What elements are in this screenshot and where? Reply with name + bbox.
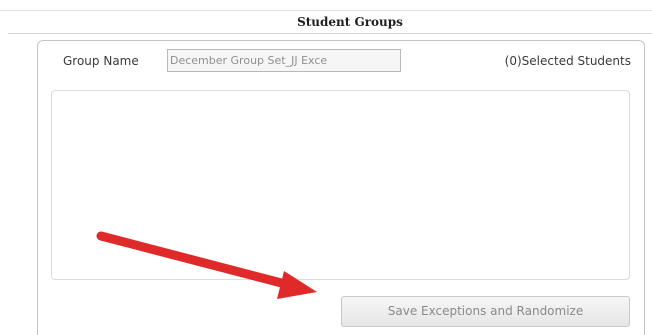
page-title: Student Groups — [297, 15, 403, 29]
students-list-box[interactable] — [51, 90, 630, 280]
save-exceptions-and-randomize-button[interactable]: Save Exceptions and Randomize — [341, 296, 630, 327]
group-name-input[interactable] — [167, 49, 401, 72]
top-divider — [0, 10, 652, 11]
group-name-label: Group Name — [63, 54, 139, 68]
title-divider — [8, 33, 652, 34]
selected-students-count: (0)Selected Students — [504, 54, 631, 68]
student-groups-dialog: Student Groups Group Name (0)Selected St… — [0, 0, 652, 335]
